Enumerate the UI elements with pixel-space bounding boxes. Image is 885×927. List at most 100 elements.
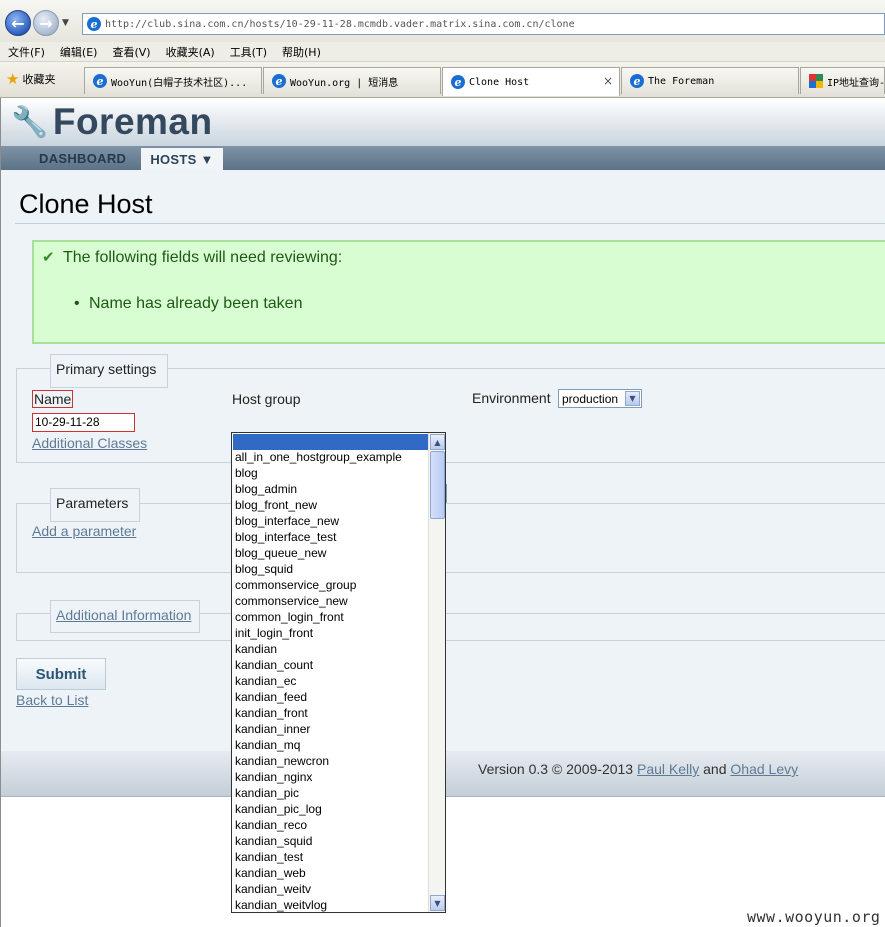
hostgroup-option[interactable]: kandian_feed: [235, 689, 307, 705]
hostgroup-option[interactable]: blog_interface_test: [235, 529, 336, 545]
hostgroup-option[interactable]: blog_admin: [235, 481, 297, 497]
review-alert: ✔ The following fields will need reviewi…: [32, 240, 885, 344]
hostgroup-option[interactable]: kandian_reco: [235, 817, 307, 833]
scroll-thumb[interactable]: [430, 451, 445, 519]
hostgroup-option[interactable]: kandian_front: [235, 705, 308, 721]
hostgroup-label: Host group: [232, 391, 301, 407]
ie-page-icon: e: [87, 17, 101, 31]
back-to-list-link[interactable]: Back to List: [16, 692, 88, 708]
hostgroup-option[interactable]: init_login_front: [235, 625, 313, 641]
tab-label: The Foreman: [648, 75, 715, 87]
nav-hosts[interactable]: HOSTS ▼: [141, 148, 223, 170]
hostgroup-option[interactable]: blog: [235, 465, 258, 481]
tab-wooyun-community[interactable]: e WooYun(白帽子技术社区)...: [84, 67, 262, 94]
hostgroup-option[interactable]: common_login_front: [235, 609, 344, 625]
tab-wooyun-messages[interactable]: e WooYun.org | 短消息: [263, 67, 441, 94]
primary-settings-legend: Primary settings: [50, 354, 168, 388]
footer-text: Version 0.3 © 2009-2013 Paul Kelly and O…: [478, 761, 798, 777]
tab-clone-host[interactable]: e Clone Host ×: [442, 67, 620, 96]
environment-label: Environment: [472, 390, 551, 406]
watermark: www.wooyun.org: [747, 908, 881, 926]
hostgroup-option[interactable]: blog_queue_new: [235, 545, 326, 561]
parameters-fieldset: [16, 503, 885, 573]
page-title: Clone Host: [19, 189, 153, 219]
hostgroup-option[interactable]: kandian_test: [235, 849, 303, 865]
hostgroup-option[interactable]: kandian_pic_log: [235, 801, 322, 817]
tab-ip-lookup[interactable]: IP地址查询-: [800, 67, 885, 94]
hostgroup-dropdown-list[interactable]: all_in_one_hostgroup_example blog blog_adm…: [231, 432, 446, 913]
menu-favorites[interactable]: 收藏夹(A): [166, 44, 215, 60]
author-link-ohad-levy[interactable]: Ohad Levy: [730, 761, 798, 777]
scroll-up-icon[interactable]: ▲: [430, 434, 445, 450]
name-input[interactable]: 10-29-11-28: [32, 413, 135, 432]
dropdown-scrollbar[interactable]: ▲ ▼: [428, 433, 445, 912]
address-text[interactable]: http://club.sina.com.cn/hosts/10-29-11-2…: [105, 19, 575, 30]
hostgroup-option[interactable]: blog_squid: [235, 561, 293, 577]
add-parameter-link[interactable]: Add a parameter: [32, 523, 136, 539]
hostgroup-option[interactable]: kandian_squid: [235, 833, 312, 849]
checkmark-icon: ✔: [42, 248, 55, 266]
history-dropdown-icon[interactable]: ▼: [62, 18, 69, 28]
hostgroup-option[interactable]: blog_front_new: [235, 497, 317, 513]
ie-tab-icon: e: [272, 74, 286, 88]
hostgroup-option[interactable]: kandian_count: [235, 657, 313, 673]
nav-dashboard[interactable]: DASHBOARD: [39, 151, 126, 166]
wrench-icon: 🔧: [11, 104, 49, 140]
hostgroup-option[interactable]: kandian_mq: [235, 737, 300, 753]
environment-select[interactable]: production ▼: [558, 389, 642, 408]
app-header: 🔧 Foreman: [1, 98, 885, 146]
scroll-down-icon[interactable]: ▼: [430, 895, 445, 911]
hostgroup-option[interactable]: commonservice_group: [235, 577, 356, 593]
hostgroup-option[interactable]: kandian_ec: [235, 673, 296, 689]
name-label: Name: [32, 390, 74, 408]
tab-label: IP地址查询-: [827, 77, 885, 89]
footer-and: and: [703, 761, 727, 777]
ie-tab-icon: e: [630, 74, 644, 88]
logo-text: Foreman: [52, 101, 213, 142]
browser-tab-bar: ★ 收藏夹 e WooYun(白帽子技术社区)... e WooYun.org …: [0, 62, 885, 98]
additional-classes-link[interactable]: Additional Classes: [32, 435, 147, 451]
additional-information-link[interactable]: Additional Information: [56, 607, 191, 623]
alert-message: Name has already been taken: [89, 295, 303, 312]
menu-help[interactable]: 帮助(H): [282, 44, 321, 60]
tab-label: WooYun(白帽子技术社区)...: [111, 77, 248, 89]
close-tab-icon[interactable]: ×: [603, 74, 613, 88]
hostgroup-option[interactable]: kandian_newcron: [235, 753, 329, 769]
hostgroup-option[interactable]: commonservice_new: [235, 593, 348, 609]
hostgroup-option[interactable]: kandian_weitv: [235, 881, 311, 897]
submit-button[interactable]: Submit: [16, 658, 106, 690]
tab-the-foreman[interactable]: e The Foreman: [621, 67, 799, 94]
top-navigation: DASHBOARD HOSTS ▼: [1, 146, 885, 170]
ie-tab-icon: e: [451, 75, 465, 89]
footer-version: Version 0.3 © 2009-2013: [478, 761, 634, 777]
tab-label: WooYun.org | 短消息: [290, 77, 399, 89]
menu-edit[interactable]: 编辑(E): [60, 44, 98, 60]
tab-label: Clone Host: [469, 76, 530, 88]
parameters-legend: Parameters: [50, 488, 140, 522]
dropdown-selected-blank-option[interactable]: [233, 434, 429, 450]
hostgroup-option[interactable]: kandian_inner: [235, 721, 310, 737]
alert-heading: The following fields will need reviewing…: [63, 249, 343, 266]
star-icon: ★: [6, 70, 20, 88]
hostgroup-option[interactable]: all_in_one_hostgroup_example: [235, 449, 402, 465]
chevron-down-icon: ▼: [625, 391, 640, 406]
favorites-button[interactable]: ★ 收藏夹: [6, 70, 55, 88]
hostgroup-option[interactable]: kandian_weitvlog: [235, 897, 327, 913]
author-link-paul-kelly[interactable]: Paul Kelly: [637, 761, 699, 777]
hostgroup-option[interactable]: blog_interface_new: [235, 513, 339, 529]
menu-tools[interactable]: 工具(T): [230, 44, 267, 60]
back-arrow-icon[interactable]: ←: [5, 10, 31, 36]
hostgroup-option[interactable]: kandian_nginx: [235, 769, 312, 785]
menu-view[interactable]: 查看(V): [112, 44, 150, 60]
hostgroup-option[interactable]: kandian_pic: [235, 785, 299, 801]
ie-tab-icon: e: [93, 74, 107, 88]
hostgroup-option[interactable]: kandian_web: [235, 865, 306, 881]
address-bar[interactable]: e http://club.sina.com.cn/hosts/10-29-11…: [82, 13, 885, 35]
forward-arrow-icon[interactable]: →: [33, 10, 59, 36]
foreman-logo[interactable]: 🔧 Foreman: [11, 101, 213, 143]
browser-toolbar: ← → ▼ e http://club.sina.com.cn/hosts/10…: [0, 0, 885, 42]
hostgroup-option[interactable]: kandian: [235, 641, 277, 657]
menu-file[interactable]: 文件(F): [8, 44, 45, 60]
bullet-icon: •: [74, 295, 80, 312]
ip-lookup-icon: [809, 74, 823, 88]
